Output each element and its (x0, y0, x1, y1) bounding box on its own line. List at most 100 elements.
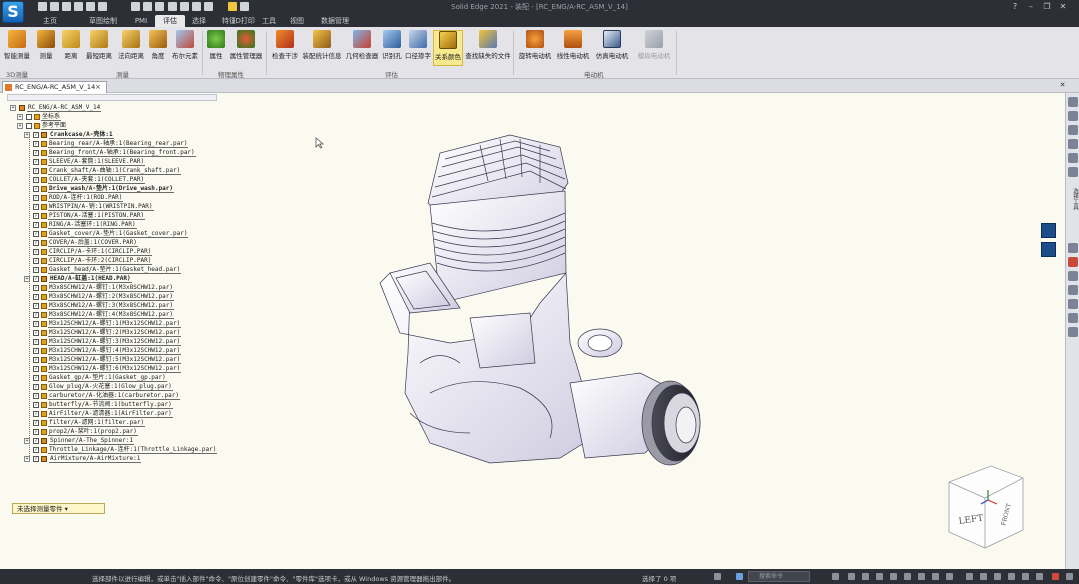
zoom-area-icon[interactable] (832, 573, 839, 580)
menu-tab-home[interactable]: 主页 (30, 15, 70, 27)
graphics-viewport[interactable]: + RC_ENG/A-RC_ASM_V_14 + 坐标系 + 参考平面 + ✓ Crankcas… (0, 93, 1065, 569)
visibility-checkbox[interactable]: ✓ (33, 158, 39, 165)
expand-icon[interactable]: + (24, 131, 30, 138)
tree-item[interactable]: +✓Gasket_gp/A-垫片:1(Gasket_gp.par) (24, 373, 167, 382)
visibility-checkbox[interactable]: ✓ (33, 140, 39, 147)
tree-item[interactable]: + ✓ Crankcase/A-壳体:1 (24, 130, 114, 139)
visibility-checkbox[interactable]: ✓ (33, 428, 39, 435)
help-icon[interactable]: ? (1010, 2, 1020, 12)
filter-icon[interactable] (1068, 285, 1078, 295)
record-video-icon[interactable] (1052, 573, 1059, 580)
view-cube[interactable]: LEFT FRONT (945, 460, 1025, 550)
geometry-inspector-button[interactable]: 几何检查器 (344, 30, 380, 66)
layers-icon[interactable] (1068, 125, 1078, 135)
tree-folder[interactable]: + 参考平面 (17, 121, 68, 130)
menu-tab-3dprint[interactable]: 3D打印 (226, 15, 260, 27)
document-tab[interactable]: RC_ENG/A-RC_ASM_V_14 × (2, 81, 107, 93)
tree-item[interactable]: +✓M3x12SCHW12/A-螺钉:3(M3x12SCHW12.par) (24, 337, 182, 346)
property-manager-button[interactable]: 属性管理器 (228, 30, 264, 66)
minimize-icon[interactable]: – (1026, 2, 1036, 12)
restore-icon[interactable]: ❐ (1042, 2, 1052, 12)
visibility-checkbox[interactable]: ✓ (33, 437, 39, 444)
visibility-checkbox[interactable]: ✓ (33, 293, 39, 300)
visibility-checkbox[interactable]: ✓ (33, 329, 39, 336)
menu-tab-view[interactable]: 视图 (286, 15, 308, 27)
menu-tab-pmi[interactable]: PMI (134, 15, 148, 27)
visibility-checkbox[interactable]: ✓ (33, 221, 39, 228)
measure-button[interactable]: 测量 (36, 30, 56, 66)
tree-item[interactable]: +✓Throttle_Linkage/A-连杆:1(Throttle_Linka… (24, 445, 218, 454)
sensor-icon[interactable] (1068, 167, 1078, 177)
visibility-checkbox[interactable]: ✓ (33, 455, 39, 462)
tree-item[interactable]: +✓Bearing_rear/A-轴承:1(Bearing_rear.par) (24, 139, 189, 148)
tree-root[interactable]: + RC_ENG/A-RC_ASM_V_14 (10, 103, 102, 112)
iso-view-icon[interactable] (980, 573, 987, 580)
tree-item[interactable]: +✓M3x8SCHW12/A-螺钉:4(M3x8SCHW12.par) (24, 310, 174, 319)
select-tools-label[interactable]: 选择工具 (1068, 188, 1078, 210)
expand-icon[interactable]: + (17, 113, 23, 120)
visibility-checkbox[interactable]: ✓ (33, 419, 39, 426)
visibility-checkbox[interactable]: ✓ (33, 347, 39, 354)
tree-item[interactable]: +✓PISTON/A-活塞:1(PISTON.PAR) (24, 211, 146, 220)
render-icon[interactable] (918, 573, 925, 580)
select-filter-icon[interactable] (736, 573, 743, 580)
visibility-checkbox[interactable]: ✓ (33, 365, 39, 372)
view-orientation-icon[interactable] (966, 573, 973, 580)
smart-measure-button[interactable]: 智能测量 (2, 30, 32, 66)
tree-item[interactable]: +✓butterfly/A-节流阀:1(butterfly.par) (24, 400, 173, 409)
engine-assembly-model[interactable] (370, 133, 710, 483)
view-tools-icon[interactable] (1041, 242, 1056, 257)
gear-icon[interactable] (1068, 271, 1078, 281)
tree-item[interactable]: +✓M3x8SCHW12/A-螺钉:1(M3x8SCHW12.par) (24, 283, 174, 292)
min-distance-button[interactable]: 最短距离 (84, 30, 114, 66)
tree-item[interactable]: +✓M3x8SCHW12/A-螺钉:2(M3x8SCHW12.par) (24, 292, 174, 301)
linear-motor-button[interactable]: 线性电动机 (555, 30, 591, 66)
tree-item[interactable]: + ✓ HEAD/A-缸盖:1(HEAD.PAR) (24, 274, 132, 283)
visibility-checkbox[interactable]: ✓ (33, 410, 39, 417)
visibility-checkbox[interactable]: ✓ (33, 167, 39, 174)
folder-icon[interactable] (1068, 313, 1078, 323)
visibility-checkbox[interactable]: ✓ (33, 284, 39, 291)
visibility-checkbox[interactable]: ✓ (33, 392, 39, 399)
tree-item[interactable]: +✓Gasket_cover/A-垫片:1(Gasket_cover.par) (24, 229, 189, 238)
menu-tab-inspect[interactable]: 评估 (155, 15, 185, 27)
visibility-checkbox[interactable]: ✓ (33, 338, 39, 345)
menu-tab-tools[interactable]: 工具 (258, 15, 280, 27)
tree-item[interactable]: + ✓ Spinner/A-The_Spinner:1 (24, 436, 135, 445)
tree-item[interactable]: +✓SLEEVE/A-套筒:1(SLEEVE.PAR) (24, 157, 146, 166)
check-interference-button[interactable]: 检查干涉 (270, 30, 300, 66)
tree-item[interactable]: +✓COLLET/A-夹套:1(COLLET.PAR) (24, 175, 146, 184)
visibility-checkbox[interactable]: ✓ (33, 374, 39, 381)
tree-item[interactable]: +✓Bearing_front/A-轴承:1(Bearing_front.par… (24, 148, 196, 157)
tree-item[interactable]: +✓carburetor/A-化油器:1(carburetor.par) (24, 391, 180, 400)
visibility-checkbox[interactable] (26, 113, 32, 120)
tree-item[interactable]: +✓M3x12SCHW12/A-螺钉:2(M3x12SCHW12.par) (24, 328, 182, 337)
tree-item[interactable]: +✓RING/A-活塞环:1(RING.PAR) (24, 220, 137, 229)
rotary-motor-button[interactable]: 旋转电动机 (517, 30, 553, 66)
tree-item[interactable]: +✓WRISTPIN/A-销:1(WRISTPIN.PAR) (24, 202, 154, 211)
color-icon[interactable] (1068, 153, 1078, 163)
tree-item[interactable]: +✓ROD/A-连杆:1(ROD.PAR) (24, 193, 124, 202)
visibility-checkbox[interactable]: ✓ (33, 149, 39, 156)
visibility-checkbox[interactable]: ✓ (33, 257, 39, 264)
shading-icon[interactable] (932, 573, 939, 580)
expand-icon[interactable]: + (24, 437, 30, 444)
close-window-icon[interactable]: ✕ (1058, 2, 1068, 12)
tree-folder[interactable]: + 坐标系 (17, 112, 62, 121)
pathfinder-icon[interactable] (1068, 97, 1078, 107)
tree-item[interactable]: +✓M3x8SCHW12/A-螺钉:3(M3x8SCHW12.par) (24, 301, 174, 310)
star-icon[interactable] (1068, 243, 1078, 253)
library-icon[interactable] (1068, 111, 1078, 121)
visibility-checkbox[interactable]: ✓ (33, 248, 39, 255)
tree-item[interactable]: +✓M3x12SCHW12/A-螺钉:4(M3x12SCHW12.par) (24, 346, 182, 355)
tree-item[interactable]: +✓M3x12SCHW12/A-螺钉:1(M3x12SCHW12.par) (24, 319, 182, 328)
tree-item[interactable]: +✓CIRCLIP/A-卡环:2(CIRCLIP.PAR) (24, 256, 153, 265)
top-view-icon[interactable] (994, 573, 1001, 580)
tree-item[interactable]: +✓Crank_shaft/A-曲轴:1(Crank_shaft.par) (24, 166, 182, 175)
fit-icon[interactable] (862, 573, 869, 580)
pan-icon[interactable] (876, 573, 883, 580)
wrench-icon[interactable] (1068, 139, 1078, 149)
expand-icon[interactable] (1066, 573, 1073, 580)
expand-icon[interactable]: + (17, 122, 23, 129)
expand-icon[interactable]: + (24, 455, 30, 462)
